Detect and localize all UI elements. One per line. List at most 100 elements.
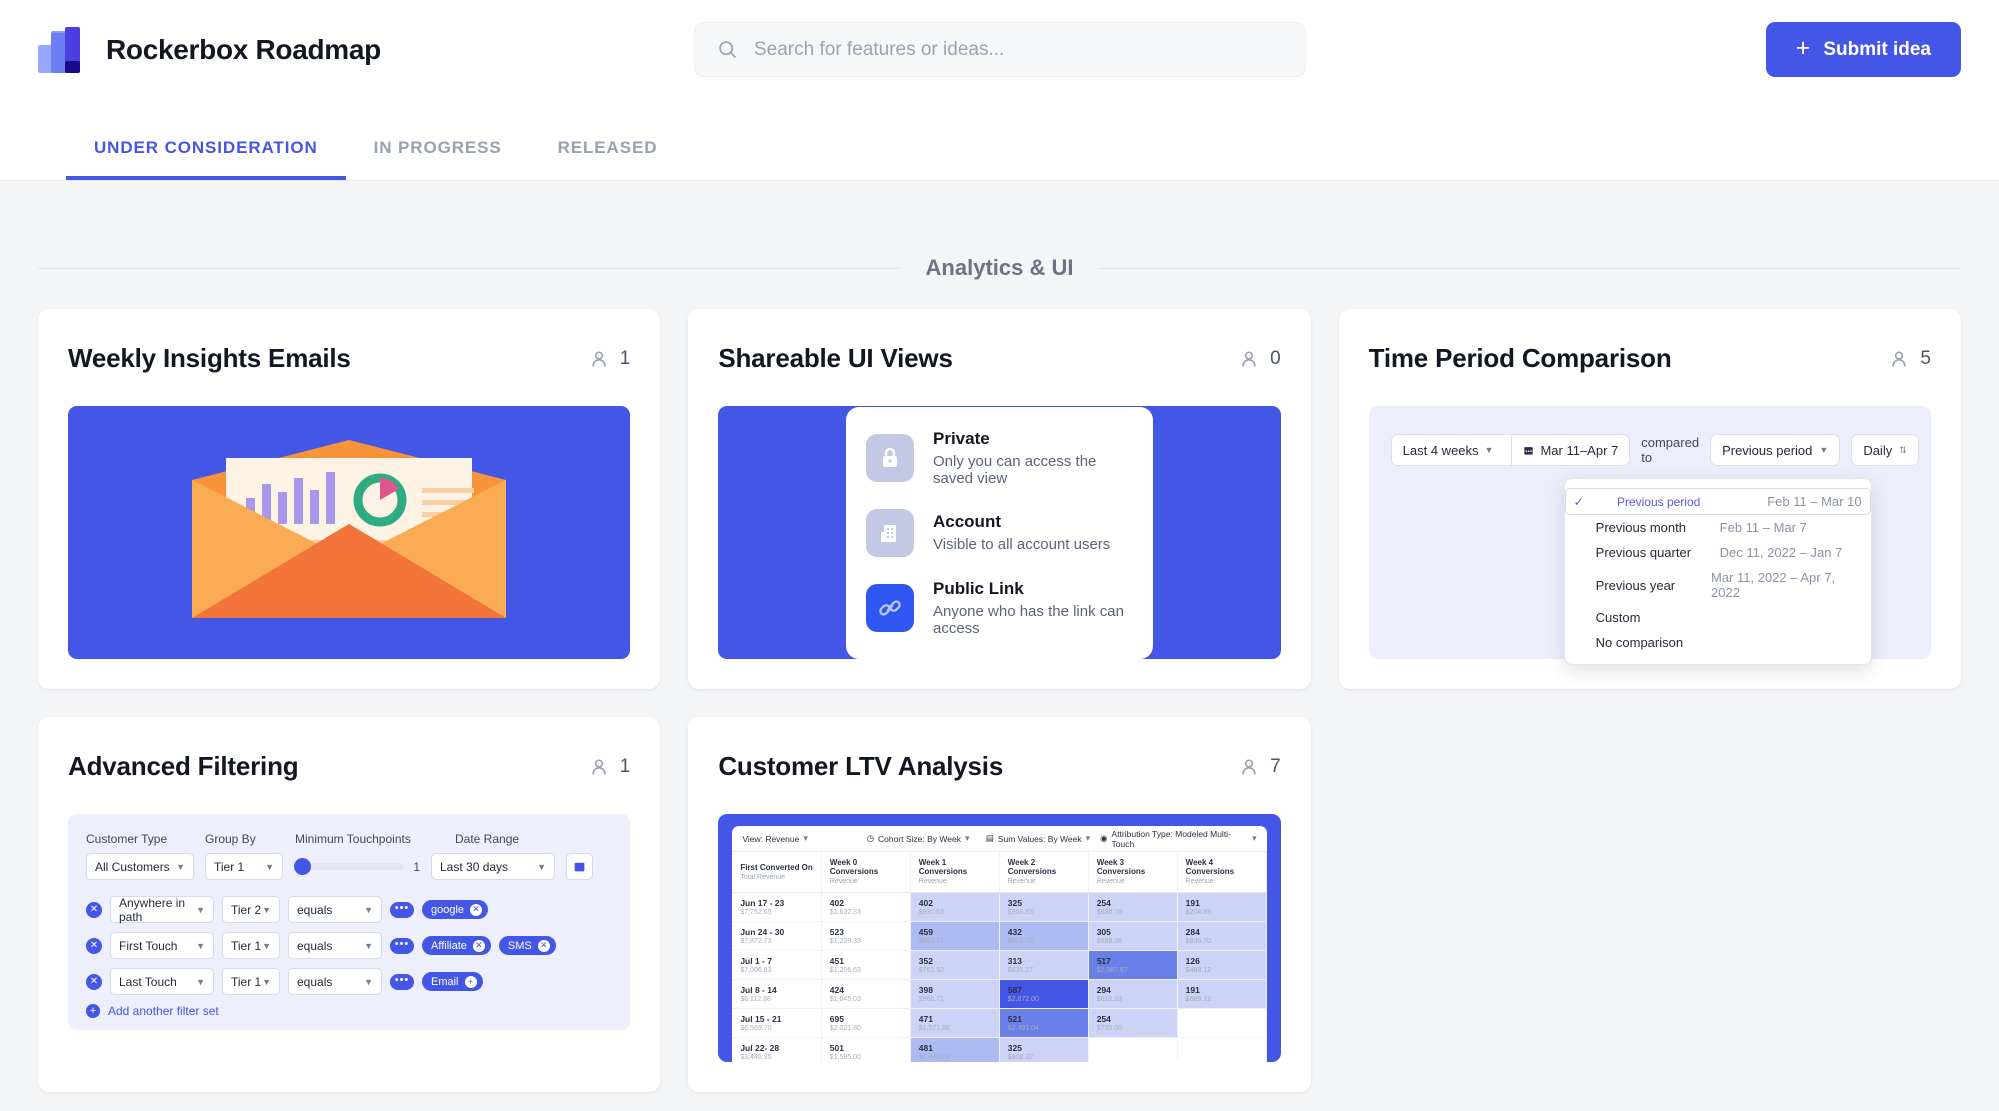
- cell-revenue: $803.73: [1007, 938, 1034, 945]
- vote-count-group[interactable]: 1: [589, 756, 630, 778]
- advanced-filtering-illustration: Customer Type Group By Minimum Touchpoin…: [68, 814, 631, 1030]
- share-option-public-link[interactable]: Public Link Anyone who has the link can …: [865, 579, 1133, 637]
- customer-type-select[interactable]: All Customers ▼: [86, 853, 194, 880]
- add-filter-set-link[interactable]: + Add another filter set: [86, 1004, 612, 1018]
- submit-idea-button[interactable]: + Submit idea: [1765, 22, 1961, 77]
- dropdown-item-previous-year[interactable]: Previous year Mar 11, 2022 – Apr 7, 2022: [1565, 565, 1871, 605]
- tab-under-consideration[interactable]: UNDER CONSIDERATION: [66, 138, 346, 180]
- card-time-period-comparison[interactable]: Time Period Comparison 5 Last 4 weeks ▼: [1338, 309, 1961, 689]
- vote-count-group[interactable]: 5: [1889, 348, 1931, 370]
- sum-values-control[interactable]: ▤ Sum Values: By Week ▾: [986, 833, 1100, 844]
- more-options-icon[interactable]: •••: [390, 901, 414, 918]
- cell-revenue: $204.83: [1185, 909, 1211, 916]
- cell-revenue: $612.83: [1096, 996, 1123, 1003]
- slider-knob[interactable]: [294, 858, 311, 875]
- filter-chip[interactable]: Affiliate ✕: [422, 936, 491, 955]
- table-cell: 523 $1,239.39: [821, 921, 911, 951]
- share-option-account[interactable]: Account Visible to all account users: [865, 508, 1133, 557]
- filter-row[interactable]: ✕ Last Touch ▼ Tier 1 ▼ equals ▼ ••• Ema…: [86, 968, 612, 995]
- filter-position-select[interactable]: Anywhere in path ▼: [110, 896, 214, 924]
- dropdown-item-previous-quarter[interactable]: Previous quarter Dec 11, 2022 – Jan 7: [1565, 540, 1871, 565]
- chevron-down-icon: ▼: [265, 861, 274, 872]
- label-minimum-touchpoints: Minimum Touchpoints: [295, 832, 411, 846]
- search-input[interactable]: [754, 38, 1283, 61]
- slider-track[interactable]: [294, 858, 405, 875]
- date-range-group[interactable]: Last 4 weeks ▼ Mar 11–Apr 7: [1390, 434, 1631, 466]
- filter-position-select[interactable]: First Touch ▼: [110, 932, 214, 959]
- column-header: First Converted On Total Revenue: [732, 852, 822, 893]
- remove-filter-icon[interactable]: ✕: [86, 973, 102, 990]
- person-icon: [1892, 351, 1907, 366]
- cell-revenue: $762.92: [918, 967, 945, 974]
- comparison-select[interactable]: Previous period ▼: [1710, 434, 1841, 466]
- card-shareable-ui-views[interactable]: Shareable UI Views 0 Private Only you ca…: [688, 309, 1311, 689]
- table-cell: 424 $1,045.03: [821, 979, 911, 1009]
- cell-revenue: $7,872.73: [740, 938, 772, 945]
- chip-remove-icon[interactable]: ✕: [470, 903, 483, 916]
- search-bar[interactable]: [694, 22, 1306, 77]
- tab-released[interactable]: RELEASED: [530, 138, 686, 180]
- filter-chip[interactable]: Email +: [422, 972, 483, 991]
- share-option-private[interactable]: Private Only you can access the saved vi…: [865, 429, 1133, 487]
- dropdown-item-previous-period[interactable]: ✓ Previous period Feb 11 – Mar 10: [1564, 488, 1871, 515]
- granularity-select[interactable]: Daily ⇅: [1851, 434, 1919, 466]
- filter-tier-select[interactable]: Tier 1 ▼: [222, 932, 280, 959]
- card-weekly-insights-emails[interactable]: Weekly Insights Emails 1: [38, 309, 661, 689]
- date-range-select[interactable]: Last 30 days ▼: [431, 853, 555, 880]
- vote-count-group[interactable]: 7: [1239, 756, 1281, 778]
- link-icon: [865, 583, 914, 632]
- more-options-icon[interactable]: •••: [390, 973, 414, 990]
- vote-count: 7: [1270, 755, 1281, 777]
- dropdown-item-previous-month[interactable]: Previous month Feb 11 – Mar 7: [1565, 515, 1871, 540]
- label-group-by: Group By: [205, 832, 256, 846]
- chevron-down-icon: ▼: [196, 904, 205, 915]
- vote-count-group[interactable]: 1: [589, 348, 630, 370]
- card-advanced-filtering[interactable]: Advanced Filtering 1 Customer Type Group…: [38, 717, 661, 1092]
- filter-operator-select[interactable]: equals ▼: [288, 932, 382, 959]
- calendar-button[interactable]: [566, 853, 593, 880]
- filter-position-select[interactable]: Last Touch ▼: [110, 968, 214, 995]
- filter-operator-select[interactable]: equals ▼: [288, 896, 382, 923]
- table-cell: Jun 17 - 23 $7,752.65: [732, 892, 822, 922]
- range-select[interactable]: Last 4 weeks ▼: [1392, 435, 1505, 465]
- dropdown-item-custom[interactable]: Custom: [1565, 605, 1871, 630]
- table-cell: 471 $1,571.86: [910, 1008, 1000, 1038]
- table-cell: Jul 22- 28 $3,446.35: [732, 1037, 822, 1062]
- filter-tier-select[interactable]: Tier 1 ▼: [222, 968, 280, 995]
- remove-filter-icon[interactable]: ✕: [86, 937, 102, 954]
- target-icon: ◉: [1100, 833, 1108, 843]
- dropdown-item-no-comparison[interactable]: No comparison: [1565, 630, 1871, 655]
- chip-remove-icon[interactable]: ✕: [472, 939, 485, 952]
- view-revenue-control[interactable]: View: Revenue ▾: [742, 833, 866, 844]
- filter-tier-select[interactable]: Tier 2 ▼: [222, 896, 280, 923]
- filter-chip[interactable]: SMS ✕: [498, 936, 556, 955]
- cell-revenue: $489.12: [1185, 967, 1211, 974]
- filter-row[interactable]: ✕ Anywhere in path ▼ Tier 2 ▼ equals ▼ •…: [86, 896, 612, 924]
- vote-count-group[interactable]: 0: [1239, 348, 1281, 370]
- cell-revenue: $1,632.33: [829, 909, 861, 916]
- minimum-touchpoints-slider[interactable]: 1: [294, 858, 420, 875]
- chevron-down-icon: ▾: [803, 833, 808, 843]
- ltv-table: First Converted On Total Revenue Week 0 …: [732, 852, 1267, 1062]
- vote-count: 0: [1270, 347, 1281, 369]
- table-cell: 191 $689.32: [1177, 979, 1267, 1009]
- cohort-size-control[interactable]: ◷ Cohort Size: By Week ▾: [867, 833, 986, 844]
- group-by-select[interactable]: Tier 1 ▼: [205, 853, 283, 880]
- card-header: Time Period Comparison 5: [1369, 343, 1931, 374]
- table-cell: 402 $1,632.33: [821, 892, 911, 922]
- table-row: Jul 8 - 14 $6,112.88 424 $1,045.03 398 $965.7…: [732, 979, 1267, 1009]
- filter-operator-select[interactable]: equals ▼: [288, 968, 382, 995]
- card-customer-ltv-analysis[interactable]: Customer LTV Analysis 7 View: Revenue ▾ …: [688, 717, 1311, 1092]
- attribution-type-control[interactable]: ◉ Attribution Type: Modeled Multi-Touch …: [1100, 829, 1257, 849]
- chip-add-icon[interactable]: +: [464, 975, 477, 988]
- chip-remove-icon[interactable]: ✕: [537, 939, 550, 952]
- tab-in-progress[interactable]: IN PROGRESS: [346, 138, 530, 180]
- lock-icon: [865, 433, 914, 482]
- filter-row[interactable]: ✕ First Touch ▼ Tier 1 ▼ equals ▼ ••• Af…: [86, 932, 612, 959]
- section-header: Analytics & UI: [0, 255, 1999, 281]
- filter-chip[interactable]: google ✕: [422, 900, 489, 919]
- date-display[interactable]: Mar 11–Apr 7: [1511, 435, 1629, 465]
- person-icon: [1242, 759, 1256, 774]
- more-options-icon[interactable]: •••: [390, 937, 414, 954]
- remove-filter-icon[interactable]: ✕: [86, 901, 102, 918]
